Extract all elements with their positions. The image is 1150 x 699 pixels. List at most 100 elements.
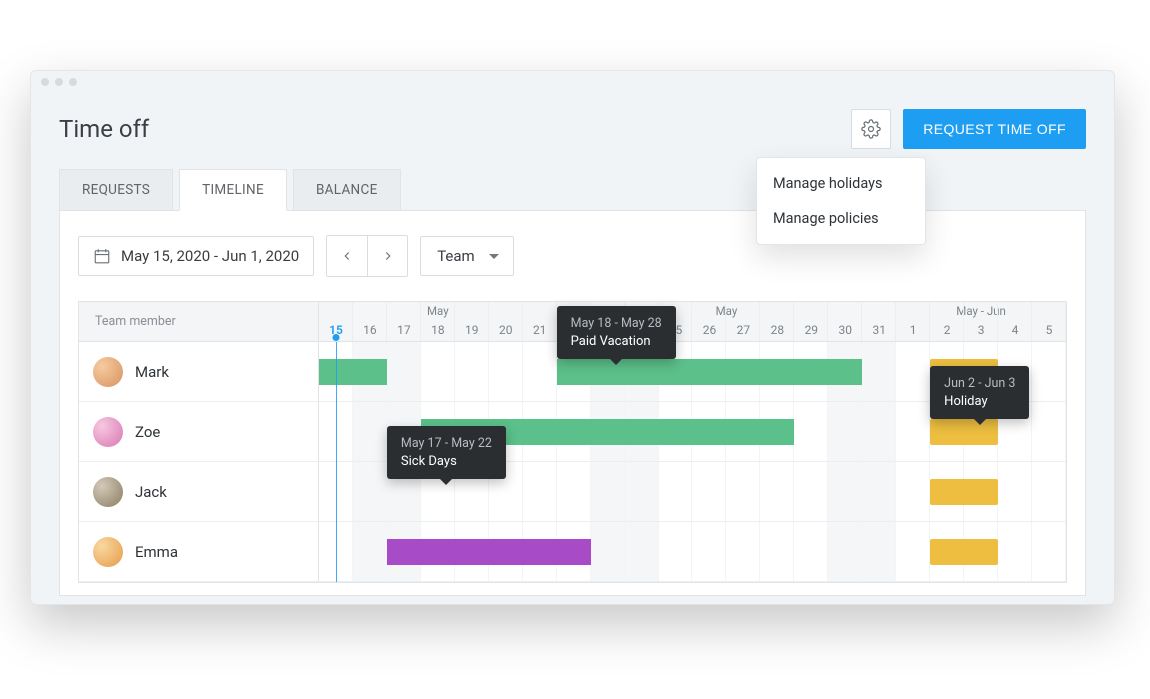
- day-number: 29: [794, 323, 828, 337]
- settings-dropdown: Manage holidays Manage policies: [756, 157, 926, 245]
- day-number: 19: [455, 323, 489, 337]
- row-grid: May 17 - May 22Sick Days: [319, 462, 1066, 521]
- member-cell: Jack: [79, 462, 319, 521]
- chevron-right-icon: [381, 249, 395, 263]
- date-range-label: May 15, 2020 - Jun 1, 2020: [121, 247, 299, 265]
- timeoff-bar[interactable]: [930, 479, 998, 505]
- day-number: 21: [523, 323, 557, 337]
- col-header-member: Team member: [79, 302, 319, 341]
- day-cell: [319, 402, 353, 461]
- prev-range-button[interactable]: [327, 236, 367, 276]
- day-cell: [591, 522, 625, 581]
- day-cell: [726, 522, 760, 581]
- timeline-row: Emma: [79, 522, 1066, 582]
- day-cell: [387, 342, 421, 401]
- day-cell: [523, 342, 557, 401]
- day-number: 18: [421, 323, 455, 337]
- day-cell: [455, 342, 489, 401]
- app-window: Time off REQUEST TIME OFF Manage holiday…: [30, 70, 1115, 605]
- day-number: 16: [353, 323, 387, 337]
- timeoff-bar[interactable]: [930, 419, 998, 445]
- day-cell: [353, 462, 387, 521]
- day-cell: [862, 402, 896, 461]
- timeoff-bar[interactable]: [930, 539, 998, 565]
- tooltip: May 17 - May 22Sick Days: [387, 426, 506, 479]
- day-cell: [1032, 522, 1066, 581]
- day-cell: [1032, 402, 1066, 461]
- day-cell: [896, 462, 930, 521]
- day-number: 2: [930, 323, 964, 337]
- day-cell: [319, 522, 353, 581]
- next-range-button[interactable]: [367, 236, 407, 276]
- date-nav-group: [326, 235, 408, 277]
- member-name: Zoe: [135, 423, 160, 441]
- day-cell: [862, 342, 896, 401]
- tooltip-label: Paid Vacation: [571, 334, 662, 349]
- day-cell: [828, 402, 862, 461]
- day-number: 17: [387, 323, 421, 337]
- avatar: [93, 357, 123, 387]
- tooltip: Jun 2 - Jun 3Holiday: [930, 366, 1029, 419]
- gear-icon: [861, 119, 881, 139]
- calendar-icon: [93, 247, 111, 265]
- member-cell: Zoe: [79, 402, 319, 461]
- tooltip-dates: Jun 2 - Jun 3: [944, 376, 1015, 391]
- day-cell: [353, 522, 387, 581]
- day-cell: [659, 522, 693, 581]
- day-cell: [591, 462, 625, 521]
- menu-item-manage-holidays[interactable]: Manage holidays: [757, 166, 925, 201]
- timeoff-bar[interactable]: [319, 359, 387, 385]
- window-dot: [41, 78, 49, 86]
- today-indicator-dot: [332, 334, 339, 341]
- day-cell: [659, 462, 693, 521]
- day-number: 28: [760, 323, 794, 337]
- day-number: 27: [726, 323, 760, 337]
- day-cell: [794, 462, 828, 521]
- day-cell: [828, 462, 862, 521]
- day-cell: [828, 522, 862, 581]
- chevron-left-icon: [340, 249, 354, 263]
- timeline-row: MarkMay 18 - May 28Paid Vacation: [79, 342, 1066, 402]
- timeline-row: JackMay 17 - May 22Sick Days: [79, 462, 1066, 522]
- request-time-off-button[interactable]: REQUEST TIME OFF: [903, 109, 1086, 149]
- day-number: 30: [828, 323, 862, 337]
- day-cell: [557, 462, 591, 521]
- window-titlebar: [31, 71, 1114, 93]
- settings-button[interactable]: [851, 109, 891, 149]
- day-number: 31: [862, 323, 896, 337]
- team-filter-select[interactable]: Team: [420, 236, 514, 276]
- tab-requests[interactable]: REQUESTS: [59, 169, 173, 211]
- day-cell: [862, 522, 896, 581]
- day-number: 15: [319, 323, 353, 337]
- day-cell: [862, 462, 896, 521]
- timeoff-bar[interactable]: [387, 539, 591, 565]
- day-cell: [998, 522, 1032, 581]
- day-cell: [896, 402, 930, 461]
- day-number: 1: [896, 323, 930, 337]
- day-cell: [489, 342, 523, 401]
- tab-balance[interactable]: BALANCE: [293, 169, 401, 211]
- avatar: [93, 417, 123, 447]
- window-dot: [55, 78, 63, 86]
- day-number: 20: [489, 323, 523, 337]
- day-cell: [896, 522, 930, 581]
- member-name: Emma: [135, 543, 178, 561]
- day-cell: [1032, 462, 1066, 521]
- timeline-row: ZoeJun 2 - Jun 3Holiday: [79, 402, 1066, 462]
- tooltip-dates: May 17 - May 22: [401, 436, 492, 451]
- tab-timeline[interactable]: TIMELINE: [179, 169, 287, 211]
- day-number: 3: [964, 323, 998, 337]
- tab-bar: REQUESTS TIMELINE BALANCE: [59, 169, 1086, 211]
- day-cell: [1032, 342, 1066, 401]
- day-cell: [523, 462, 557, 521]
- date-range-picker[interactable]: May 15, 2020 - Jun 1, 2020: [78, 236, 314, 276]
- timeline-panel: May 15, 2020 - Jun 1, 2020 Team: [59, 210, 1086, 596]
- day-cell: [319, 462, 353, 521]
- timeoff-bar[interactable]: [557, 359, 863, 385]
- menu-item-manage-policies[interactable]: Manage policies: [757, 201, 925, 236]
- member-cell: Mark: [79, 342, 319, 401]
- tooltip: May 18 - May 28Paid Vacation: [557, 306, 676, 359]
- day-cell: [421, 342, 455, 401]
- avatar: [93, 477, 123, 507]
- team-filter-label: Team: [437, 247, 475, 265]
